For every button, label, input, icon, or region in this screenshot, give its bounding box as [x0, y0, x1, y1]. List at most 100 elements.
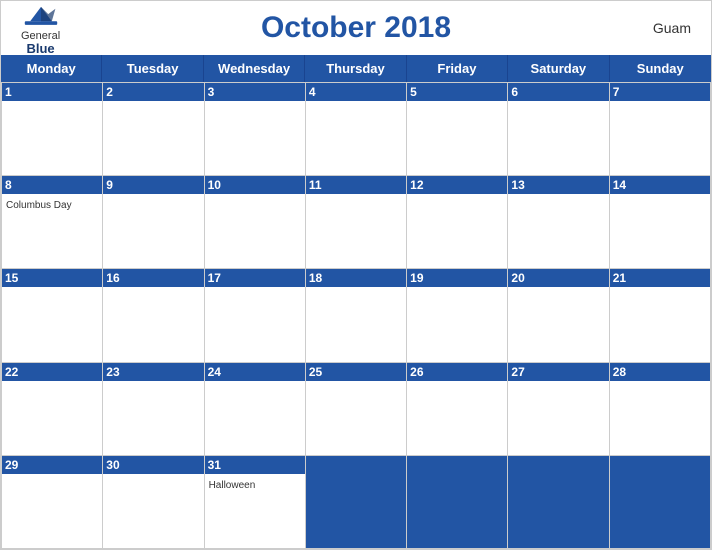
table-row [407, 456, 508, 549]
day-number: 21 [613, 271, 707, 285]
calendar-grid: 1 2 3 4 5 6 7 8 Columbus Day 9 10 [1, 82, 711, 549]
table-row: 7 [610, 83, 711, 176]
day-number-bg: 11 [306, 176, 406, 194]
day-number: 20 [511, 271, 605, 285]
table-row: 25 [306, 363, 407, 456]
table-row: 29 [2, 456, 103, 549]
day-number: 4 [309, 85, 403, 99]
table-row: 18 [306, 269, 407, 362]
table-row: 1 [2, 83, 103, 176]
day-number: 25 [309, 365, 403, 379]
day-number-bg: 2 [103, 83, 203, 101]
day-number-bg: 18 [306, 269, 406, 287]
day-number-bg: 15 [2, 269, 102, 287]
day-number-bg: 5 [407, 83, 507, 101]
day-number: 26 [410, 365, 504, 379]
day-number-bg: 10 [205, 176, 305, 194]
day-number: 13 [511, 178, 605, 192]
table-row: 8 Columbus Day [2, 176, 103, 269]
day-number-bg: 22 [2, 363, 102, 381]
calendar: General Blue October 2018 Guam Monday Tu… [0, 0, 712, 550]
day-number: 14 [613, 178, 707, 192]
header-friday: Friday [407, 55, 508, 82]
day-number: 24 [208, 365, 302, 379]
day-number: 30 [106, 458, 200, 472]
day-number-bg: 1 [2, 83, 102, 101]
day-number: 18 [309, 271, 403, 285]
day-number-bg: 9 [103, 176, 203, 194]
day-number-bg: 4 [306, 83, 406, 101]
table-row: 31 Halloween [205, 456, 306, 549]
day-number-bg: 26 [407, 363, 507, 381]
day-number-bg: 3 [205, 83, 305, 101]
table-row: 17 [205, 269, 306, 362]
day-number: 27 [511, 365, 605, 379]
table-row: 11 [306, 176, 407, 269]
day-number-bg: 6 [508, 83, 608, 101]
day-number: 11 [309, 178, 403, 192]
day-number: 2 [106, 85, 200, 99]
day-number-bg: 23 [103, 363, 203, 381]
table-row: 24 [205, 363, 306, 456]
day-number-bg: 14 [610, 176, 710, 194]
table-row: 4 [306, 83, 407, 176]
table-row: 15 [2, 269, 103, 362]
day-number: 12 [410, 178, 504, 192]
day-number: 15 [5, 271, 99, 285]
region-label: Guam [653, 20, 691, 36]
table-row: 30 [103, 456, 204, 549]
table-row: 12 [407, 176, 508, 269]
table-row: 28 [610, 363, 711, 456]
table-row: 22 [2, 363, 103, 456]
day-number: 8 [5, 178, 99, 192]
day-number-bg: 19 [407, 269, 507, 287]
logo-blue-text: Blue [26, 42, 54, 55]
day-number: 9 [106, 178, 200, 192]
day-number: 31 [208, 458, 302, 472]
day-number: 19 [410, 271, 504, 285]
logo-icon [23, 1, 59, 29]
table-row: 9 [103, 176, 204, 269]
day-number-bg: 31 [205, 456, 305, 474]
day-number: 22 [5, 365, 99, 379]
table-row: 21 [610, 269, 711, 362]
day-number: 10 [208, 178, 302, 192]
day-number-bg: 29 [2, 456, 102, 474]
table-row [508, 456, 609, 549]
day-number-bg: 7 [610, 83, 710, 101]
day-number: 3 [208, 85, 302, 99]
table-row: 19 [407, 269, 508, 362]
logo: General Blue [21, 1, 60, 55]
table-row: 16 [103, 269, 204, 362]
day-number-bg: 17 [205, 269, 305, 287]
day-number: 16 [106, 271, 200, 285]
table-row [610, 456, 711, 549]
month-year-title: October 2018 [261, 11, 451, 44]
table-row: 10 [205, 176, 306, 269]
table-row: 27 [508, 363, 609, 456]
day-number: 17 [208, 271, 302, 285]
day-number-bg: 24 [205, 363, 305, 381]
calendar-header: General Blue October 2018 Guam [1, 1, 711, 55]
table-row: 2 [103, 83, 204, 176]
table-row: 26 [407, 363, 508, 456]
day-headers-row: Monday Tuesday Wednesday Thursday Friday… [1, 55, 711, 82]
header-tuesday: Tuesday [102, 55, 203, 82]
day-number-bg: 8 [2, 176, 102, 194]
day-number: 1 [5, 85, 99, 99]
calendar-title-area: October 2018 [261, 11, 451, 45]
header-monday: Monday [1, 55, 102, 82]
table-row: 23 [103, 363, 204, 456]
header-thursday: Thursday [305, 55, 406, 82]
header-sunday: Sunday [610, 55, 711, 82]
day-number-bg: 21 [610, 269, 710, 287]
day-number-bg: 30 [103, 456, 203, 474]
table-row: 14 [610, 176, 711, 269]
day-number-bg: 13 [508, 176, 608, 194]
table-row: 6 [508, 83, 609, 176]
day-number-bg: 28 [610, 363, 710, 381]
table-row: 5 [407, 83, 508, 176]
day-number: 23 [106, 365, 200, 379]
event-label: Columbus Day [6, 200, 98, 211]
table-row: 3 [205, 83, 306, 176]
